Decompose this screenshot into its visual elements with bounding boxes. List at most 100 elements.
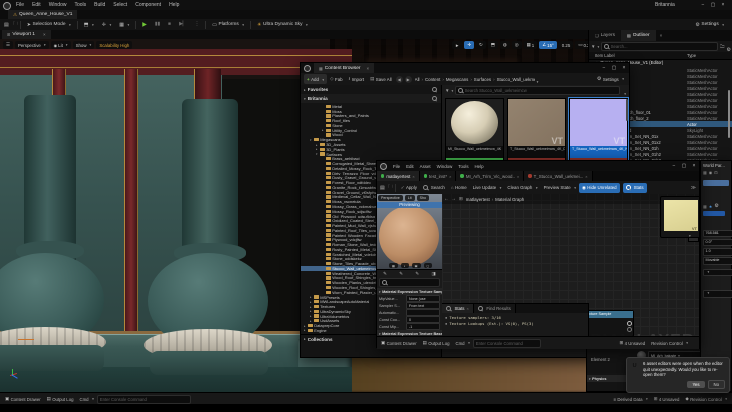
menu-item[interactable]: Window	[45, 2, 71, 8]
pin-tool-icon[interactable]: ✎	[383, 271, 387, 277]
menu-item[interactable]: Help	[472, 164, 487, 169]
breadcrumb-item[interactable]: Stucco_Wall_uekmeimcw	[491, 77, 535, 82]
me-graph-area[interactable]: ← → ⊞ matlayertestMaterial Graph Zoom 1:…	[442, 194, 699, 336]
world-space-icon[interactable]: ◍	[500, 41, 510, 49]
pause-button[interactable]: ▮▮	[151, 19, 164, 30]
minimize-icon[interactable]: −	[599, 65, 609, 71]
project-root-row[interactable]: ▾ Britannia	[301, 94, 441, 103]
output-log-button[interactable]: ▤Output Log	[420, 337, 453, 349]
property-value[interactable]: -1	[406, 323, 440, 330]
texture-node[interactable]: VT A RGBA ▾	[660, 196, 699, 238]
menu-item[interactable]: Select	[109, 2, 131, 8]
panel-icon[interactable]: ⊡	[714, 170, 717, 175]
menu-item[interactable]: Help	[165, 2, 183, 8]
play-button[interactable]: ▶	[138, 19, 151, 30]
breadcrumb-item[interactable]: Material Graph	[490, 197, 525, 202]
filter-icon[interactable]: ▼	[445, 88, 453, 93]
live-update-dropdown[interactable]: Live Update	[470, 183, 505, 193]
dropdown-field[interactable]	[703, 290, 732, 298]
minimize-icon[interactable]: −	[669, 163, 679, 169]
asset-search-input[interactable]	[455, 86, 620, 96]
asset-tile[interactable]: MI_Stucco_Wall_uekmeimcw_4K	[445, 98, 504, 161]
skip-button[interactable]: ▶▏	[175, 19, 190, 30]
menu-item[interactable]: Tools	[70, 2, 90, 8]
breadcrumb-item[interactable]: matlayertest	[466, 197, 490, 202]
editor-tab[interactable]: MI_Arh_Trim_Vic_wood.. ×	[456, 171, 524, 181]
numeric-field[interactable]: 768.581	[703, 230, 732, 238]
apply-button[interactable]: ✓Apply	[398, 183, 420, 193]
settings-dropdown[interactable]: Settings	[691, 19, 728, 30]
menu-item[interactable]: Window	[434, 164, 456, 169]
tab-close-icon[interactable]: ×	[660, 33, 663, 38]
viewport-tab[interactable]: ⊞ Viewport 1 ×	[2, 30, 51, 39]
details-search-input[interactable]	[379, 278, 440, 287]
section-texture-sample[interactable]: Material Expression Texture Sample	[377, 288, 442, 295]
menu-item[interactable]: Component	[131, 2, 165, 8]
breadcrumb-item[interactable]: Megascans	[440, 77, 468, 82]
preview-icon[interactable]: ◐	[401, 263, 409, 268]
panel-icon[interactable]: ▦	[703, 170, 707, 175]
rotation-snap-toggle[interactable]: ∠15°	[539, 41, 557, 49]
maximize-icon[interactable]: ▢	[708, 2, 718, 8]
menu-item[interactable]: Asset	[417, 164, 434, 169]
unsaved-button[interactable]: ⊞4 Unsaved	[617, 337, 649, 349]
scale-tool-icon[interactable]: ⬒	[488, 41, 498, 49]
search-icon[interactable]	[432, 96, 437, 101]
asset-scrollbar[interactable]	[626, 99, 628, 121]
stats-tab[interactable]: Stats×	[442, 304, 474, 313]
play-options-icon[interactable]: ⋮	[190, 19, 203, 30]
scale-snap-toggle[interactable]: 0.25	[559, 41, 574, 49]
toast-yes-button[interactable]: Yes	[687, 381, 704, 388]
grid-snap-toggle[interactable]: ▦1	[524, 41, 538, 49]
minimize-icon[interactable]: −	[698, 2, 708, 8]
nav-back-icon[interactable]: ←	[444, 196, 449, 202]
toast-no-button[interactable]: No	[708, 380, 726, 389]
breadcrumb-item[interactable]: Surfaces	[468, 77, 491, 82]
menu-item[interactable]: Build	[90, 2, 109, 8]
preview-perspective-dropdown[interactable]: Perspective	[378, 195, 403, 201]
save-all-button[interactable]: ▤Save All	[367, 74, 395, 84]
editor-tab[interactable]: T_Stucco_Wall_uekmei... ×	[524, 171, 592, 181]
saved-search-caret-icon[interactable]	[622, 82, 626, 100]
node-expand-icon[interactable]: ▾	[689, 234, 691, 238]
stats-toggle[interactable]: Stats	[623, 183, 647, 193]
maximize-icon[interactable]: ▢	[679, 163, 689, 169]
menu-item[interactable]: File	[12, 2, 28, 8]
save-icon[interactable]: ▤	[4, 22, 9, 28]
breadcrumb[interactable]: AllContentMegascansSurfacesStucco_Wall_u…	[415, 77, 535, 82]
me-preview-panel[interactable]: Perspective Lit Sho Previewing ▦ ◐ ▣ ◻	[377, 194, 442, 269]
search-button[interactable]: Search	[420, 183, 448, 193]
home-button[interactable]: ⌂Home	[448, 183, 470, 193]
asset-tile[interactable]: VT T_Stucco_Wall_uekmeimcw_4K_D	[507, 98, 566, 161]
preview-state-dropdown[interactable]: Preview State	[541, 183, 579, 193]
level-tab[interactable]: ⚠ Queen_Anne_House_V1	[8, 10, 77, 19]
edit-tool-icon[interactable]: ✎	[399, 271, 403, 277]
outliner-search-input[interactable]	[601, 42, 718, 51]
selected-field[interactable]	[703, 180, 729, 186]
tab-close-icon[interactable]: ×	[449, 174, 451, 179]
preview-lit-dropdown[interactable]: Lit	[405, 195, 415, 201]
gear-icon[interactable]	[714, 203, 718, 209]
stop-button[interactable]: ■	[164, 19, 175, 30]
output-pin-icon[interactable]	[627, 327, 632, 332]
editor-tab[interactable]: matlayertest ×	[377, 171, 420, 181]
revision-control-dropdown[interactable]: Revision Control	[648, 337, 691, 349]
col-type[interactable]: Type	[687, 53, 732, 58]
browse-icon[interactable]: 🗀	[388, 184, 393, 192]
tab-close-icon[interactable]: ×	[43, 32, 46, 37]
save-icon[interactable]: ▤	[380, 185, 385, 191]
tab-close-icon[interactable]: ×	[467, 306, 469, 311]
cmd-dropdown[interactable]: Cmd	[452, 337, 472, 349]
output-pin-icon[interactable]	[627, 321, 632, 326]
rotate-tool-icon[interactable]: ↻	[476, 41, 486, 49]
console-input[interactable]	[473, 339, 541, 348]
import-button[interactable]: ⭳Import	[346, 74, 368, 84]
toolbar-overflow-icon[interactable]: ≫	[691, 185, 696, 191]
selection-mode-dropdown[interactable]: ➤Selection Mode	[23, 19, 75, 30]
expand-arrow-icon[interactable]: ▾	[304, 97, 306, 101]
show-dropdown[interactable]: Show	[73, 41, 95, 49]
platforms-dropdown[interactable]: ▭Platforms	[208, 19, 248, 30]
selected-field[interactable]	[703, 211, 725, 216]
world-panel-title[interactable]: World Par...	[701, 161, 731, 168]
expand-arrow-icon[interactable]: ▸	[304, 337, 306, 341]
